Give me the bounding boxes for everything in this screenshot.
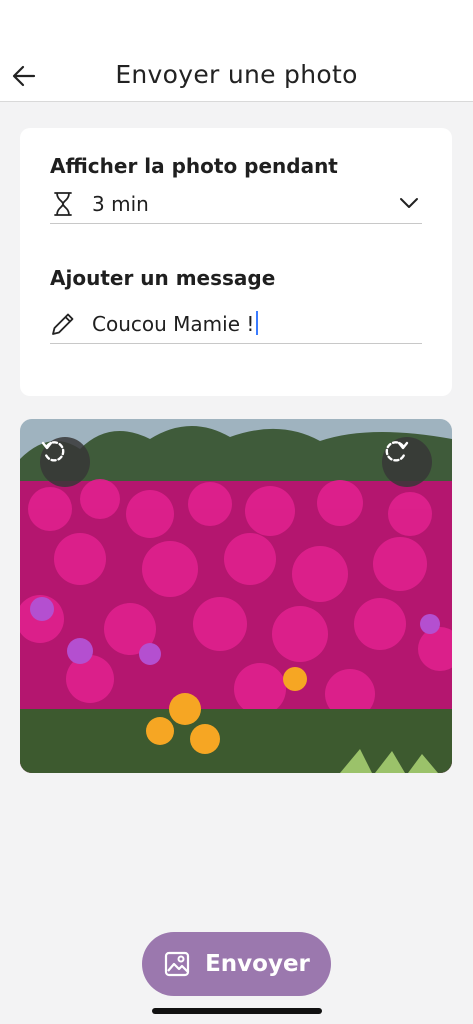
send-button-label: Envoyer (205, 951, 310, 977)
rotate-right-button[interactable] (382, 437, 432, 487)
page-title: Envoyer une photo (115, 60, 358, 89)
message-input[interactable]: Coucou Mamie ! (50, 304, 422, 344)
rotate-left-button[interactable] (40, 437, 90, 487)
duration-value: 3 min (92, 191, 149, 216)
duration-select[interactable]: 3 min (50, 184, 422, 224)
text-cursor (256, 311, 259, 335)
home-indicator (152, 1008, 322, 1014)
app-header: Envoyer une photo (0, 0, 473, 102)
chevron-down-icon (400, 198, 418, 208)
pencil-icon (50, 311, 76, 337)
settings-card: Afficher la photo pendant 3 min Ajouter … (20, 128, 452, 396)
rotate-right-icon (385, 441, 409, 462)
rotate-left-icon (41, 441, 65, 462)
send-button[interactable]: Envoyer (142, 932, 331, 996)
photo-preview (20, 419, 452, 773)
image-icon (164, 951, 190, 977)
message-label: Ajouter un message (50, 266, 276, 290)
duration-label: Afficher la photo pendant (50, 154, 338, 178)
message-value: Coucou Mamie ! (92, 311, 259, 336)
hourglass-icon (50, 191, 76, 217)
